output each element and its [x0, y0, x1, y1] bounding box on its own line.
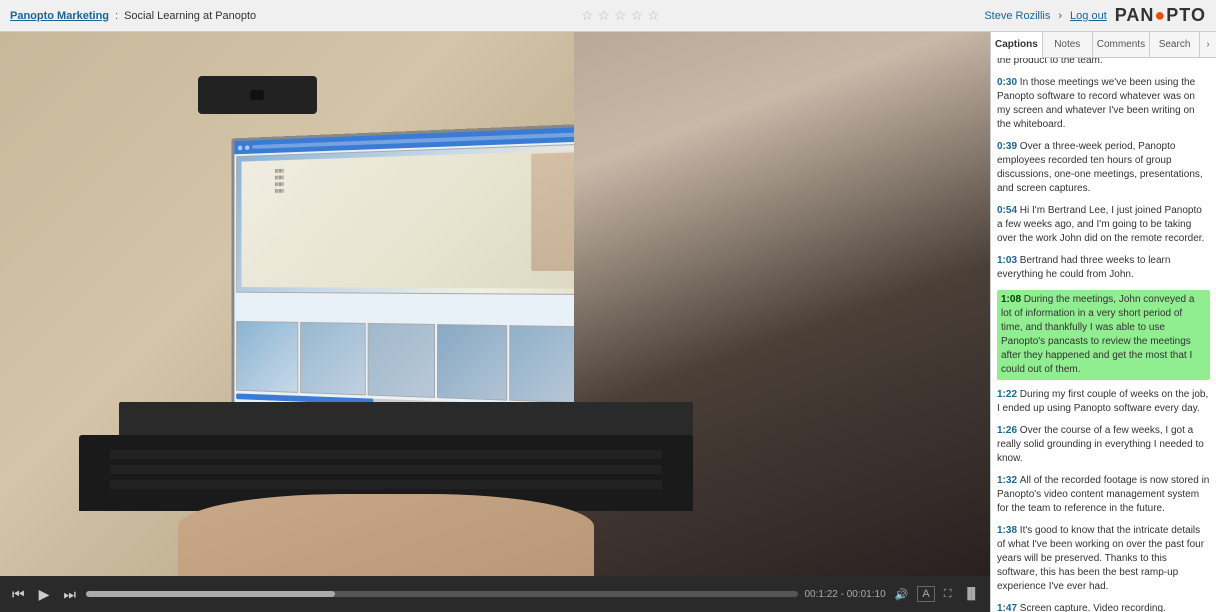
hand	[178, 494, 594, 576]
tab-comments[interactable]: Comments	[1093, 32, 1150, 57]
right-panel: Captions Notes Comments Search › 0:03 Hi…	[990, 32, 1216, 612]
topbar-separator: :	[115, 10, 118, 22]
star-3[interactable]: ☆	[614, 7, 627, 24]
video-area: IIIIIIIIIIIIIIIIIIIIIIIIIIII	[0, 32, 990, 612]
panel-tabs: Captions Notes Comments Search ›	[991, 32, 1216, 58]
video-controls: ⏮ ▶ ⏭ 00:1:22 - 00:01:10 🔊 A ⛶ ▐▌	[0, 576, 990, 612]
tab-captions[interactable]: Captions	[991, 32, 1043, 58]
transcript-area: 0:03 Hi I'm John Ketchpaw and this Frida…	[991, 58, 1216, 612]
user-name: Steve Rozillis	[984, 10, 1050, 22]
star-1[interactable]: ☆	[581, 7, 594, 24]
star-5[interactable]: ☆	[647, 7, 660, 24]
transcript-entry: 1:26 Over the course of a few weeks, I g…	[997, 424, 1210, 466]
transcript-entry: 1:03 Bertrand had three weeks to learn e…	[997, 254, 1210, 282]
transcript-timestamp[interactable]: 1:22	[997, 389, 1020, 400]
tab-search[interactable]: Search	[1150, 32, 1200, 57]
transcript-timestamp[interactable]: 1:08	[1001, 294, 1024, 305]
transcript-entry: 1:22 During my first couple of weeks on …	[997, 388, 1210, 416]
panopto-logo: PAN●PTO	[1115, 5, 1206, 26]
volume-button[interactable]: 🔊	[892, 586, 912, 603]
transcript-timestamp[interactable]: 1:38	[997, 525, 1020, 536]
transcript-timestamp[interactable]: 0:54	[997, 205, 1020, 216]
video-frame[interactable]: IIIIIIIIIIIIIIIIIIIIIIIIIIII	[0, 32, 990, 576]
camera-device	[198, 76, 317, 114]
fullscreen-button[interactable]: ⛶	[941, 586, 955, 603]
tab-notes[interactable]: Notes	[1043, 32, 1093, 57]
logout-link[interactable]: Log out	[1070, 10, 1107, 22]
time-current: 00:1:22	[804, 589, 837, 600]
video-content: IIIIIIIIIIIIIIIIIIIIIIIIIIII	[0, 32, 990, 576]
transcript-timestamp[interactable]: 1:47	[997, 603, 1020, 612]
transcript-entry: 0:30 In those meetings we've been using …	[997, 76, 1210, 132]
progress-bar[interactable]	[86, 591, 798, 597]
topbar-right: Steve Rozillis › Log out PAN●PTO	[984, 5, 1206, 26]
time-display: 00:1:22 - 00:01:10	[804, 589, 885, 600]
rewind-button[interactable]: ⏮	[8, 584, 29, 605]
transcript-timestamp[interactable]: 0:39	[997, 141, 1020, 152]
transcript-timestamp[interactable]: 1:26	[997, 425, 1020, 436]
transcript-entry: 1:32 All of the recorded footage is now …	[997, 474, 1210, 516]
play-button[interactable]: ▶	[35, 584, 54, 605]
topbar-left: Panopto Marketing : Social Learning at P…	[10, 10, 256, 22]
transcript-timestamp[interactable]: 0:30	[997, 77, 1020, 88]
star-4[interactable]: ☆	[631, 7, 644, 24]
topbar-title-link[interactable]: Panopto Marketing	[10, 10, 109, 22]
transcript-entry: 0:54 Hi I'm Bertrand Lee, I just joined …	[997, 204, 1210, 246]
transcript-entry: 1:08 During the meetings, John conveyed …	[997, 290, 1210, 380]
time-total: 00:01:10	[847, 589, 886, 600]
video-background: IIIIIIIIIIIIIIIIIIIIIIIIIIII	[0, 32, 990, 576]
topbar-arrow: ›	[1058, 10, 1062, 22]
transcript-entry: 1:47 Screen capture. Video recording. We…	[997, 602, 1210, 612]
captions-button[interactable]: A	[917, 586, 934, 602]
panel-next-arrow[interactable]: ›	[1200, 32, 1216, 57]
transcript-timestamp[interactable]: 1:32	[997, 475, 1020, 486]
topbar-subtitle: Social Learning at Panopto	[124, 10, 256, 22]
transcript-timestamp[interactable]: 1:03	[997, 255, 1020, 266]
star-2[interactable]: ☆	[597, 7, 610, 24]
star-rating[interactable]: ☆ ☆ ☆ ☆ ☆	[581, 7, 660, 24]
progress-fill	[86, 591, 335, 597]
transcript-entry: 0:39 Over a three-week period, Panopto e…	[997, 140, 1210, 196]
topbar: Panopto Marketing : Social Learning at P…	[0, 0, 1216, 32]
main-content: IIIIIIIIIIIIIIIIIIIIIIIIIIII	[0, 32, 1216, 612]
quality-button[interactable]: ▐▌	[960, 586, 982, 602]
transcript-entry: 0:22 Over the past few weeks, we've done…	[997, 58, 1210, 68]
transcript-entry: 1:38 It's good to know that the intricat…	[997, 524, 1210, 594]
fast-forward-button[interactable]: ⏭	[59, 584, 80, 605]
